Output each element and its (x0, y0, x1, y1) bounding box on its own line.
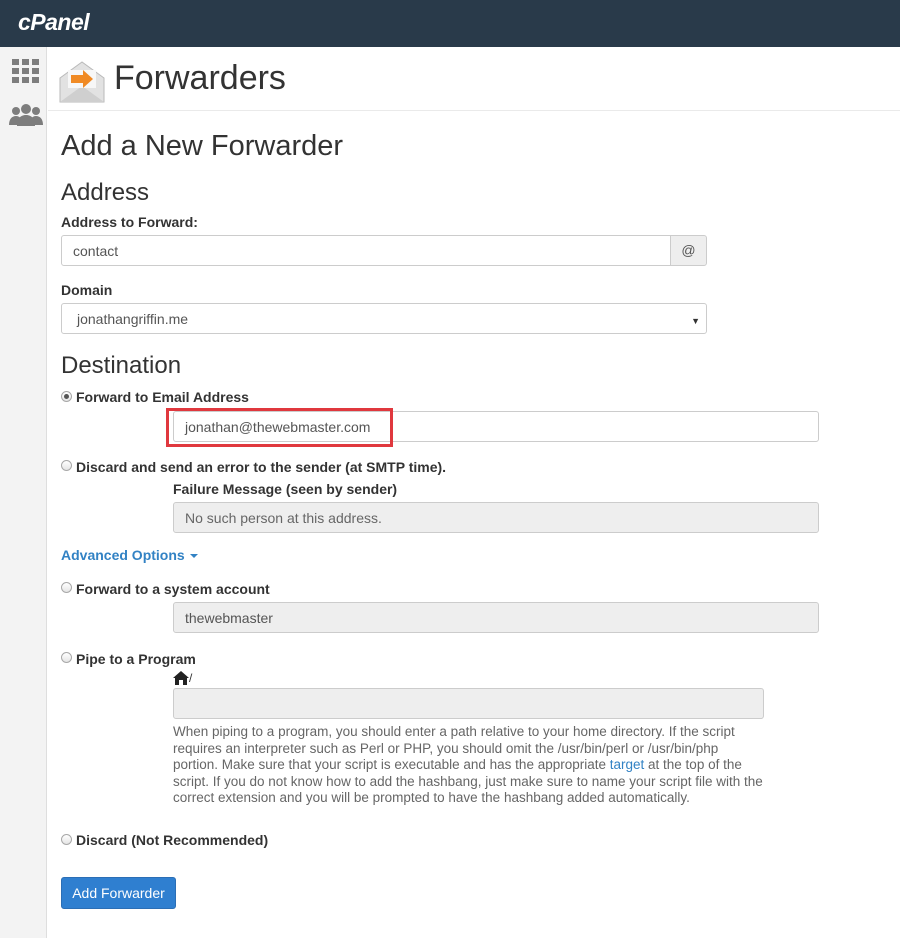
page-title: Forwarders (114, 59, 286, 97)
forward-email-label[interactable]: Forward to Email Address (76, 389, 249, 405)
domain-label: Domain (61, 282, 113, 298)
failure-message-label: Failure Message (seen by sender) (173, 481, 398, 497)
system-account-label[interactable]: Forward to a system account (76, 581, 270, 597)
add-forwarder-button[interactable]: Add Forwarder (61, 877, 176, 909)
home-icon (173, 671, 189, 685)
discard-label[interactable]: Discard (Not Recommended) (76, 832, 268, 848)
system-account-select[interactable]: thewebmaster (173, 602, 819, 633)
target-link[interactable]: target (610, 757, 645, 772)
system-account-radio[interactable] (61, 582, 72, 593)
page-header: Forwarders (48, 47, 900, 111)
cpanel-logo[interactable]: cPanel (18, 9, 90, 36)
address-label: Address to Forward: (61, 214, 198, 230)
top-bar: cPanel (0, 0, 900, 47)
chevron-down-icon: ▼ (691, 316, 700, 326)
users-icon[interactable] (9, 104, 43, 126)
highlight-box (166, 408, 393, 447)
domain-value: jonathangriffin.me (77, 311, 189, 327)
forwarder-envelope-icon (59, 61, 105, 103)
failure-message-input[interactable]: No such person at this address. (173, 502, 819, 533)
discard-error-radio[interactable] (61, 460, 72, 471)
pipe-program-input[interactable] (173, 688, 764, 719)
main-content: Forwarders Add a New Forwarder Address A… (48, 47, 900, 938)
address-section-title: Address (61, 179, 150, 206)
pipe-label[interactable]: Pipe to a Program (76, 651, 196, 667)
advanced-options-label: Advanced Options (61, 547, 185, 563)
advanced-options-toggle[interactable]: Advanced Options (61, 547, 198, 563)
destination-section-title: Destination (61, 352, 182, 379)
sidebar (0, 47, 47, 938)
at-addon: @ (670, 235, 707, 266)
pipe-help-text: When piping to a program, you should ent… (173, 724, 765, 807)
domain-select[interactable]: jonathangriffin.me ▼ (61, 303, 707, 334)
address-input[interactable]: contact (61, 235, 671, 266)
grid-icon[interactable] (12, 59, 39, 83)
discard-radio[interactable] (61, 834, 72, 845)
path-separator: / (189, 671, 193, 685)
discard-error-label[interactable]: Discard and send an error to the sender … (76, 459, 446, 475)
form-heading: Add a New Forwarder (61, 130, 344, 162)
forward-email-radio[interactable] (61, 391, 72, 402)
pipe-radio[interactable] (61, 652, 72, 663)
caret-down-icon (189, 554, 198, 559)
